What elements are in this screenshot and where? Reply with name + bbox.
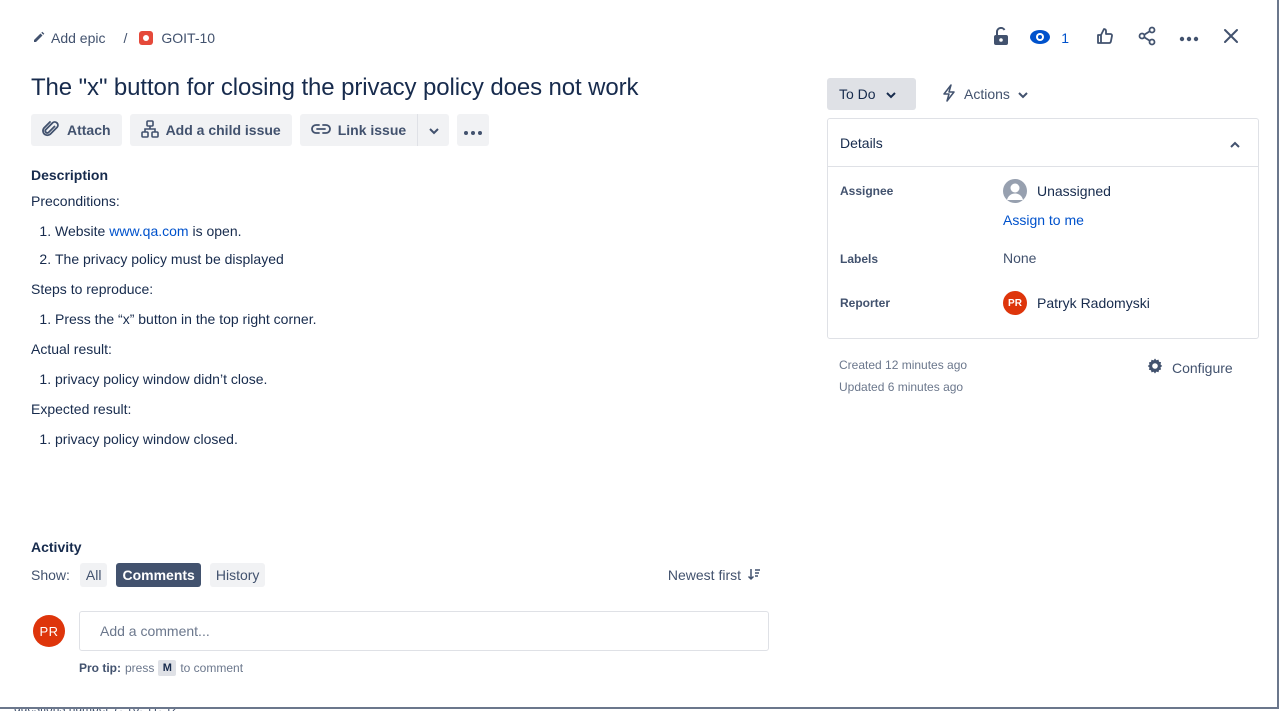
expected-result-list: privacy policy window closed. xyxy=(55,431,771,447)
steps-heading: Steps to reproduce: xyxy=(31,281,154,297)
preconditions-list: Website www.qa.com is open. The privacy … xyxy=(55,223,771,267)
sort-descending-icon xyxy=(747,567,761,584)
bug-icon xyxy=(139,31,154,45)
eye-icon xyxy=(1029,29,1051,48)
details-panel: Details Assignee Unassigned Assign to me… xyxy=(827,118,1259,339)
hierarchy-icon xyxy=(140,119,159,141)
issue-action-buttons: Attach Add a child issue Link issue xyxy=(31,114,497,146)
configure-button[interactable]: Configure xyxy=(1146,357,1233,378)
gear-icon xyxy=(1146,357,1164,378)
filter-all-button[interactable]: All xyxy=(79,563,108,587)
list-item: privacy policy window closed. xyxy=(55,431,771,447)
attach-label: Attach xyxy=(67,122,111,138)
paperclip-icon xyxy=(42,120,60,141)
show-label: Show: xyxy=(31,567,70,583)
configure-label: Configure xyxy=(1172,359,1233,376)
more-icon xyxy=(1179,29,1199,47)
breadcrumb: Add epic / GOIT-10 xyxy=(33,28,215,48)
link-issue-label: Link issue xyxy=(337,122,407,138)
pro-tip-label: Pro tip: xyxy=(79,661,121,675)
chevron-up-icon xyxy=(1230,135,1240,151)
issue-title[interactable]: The "x" button for closing the privacy p… xyxy=(31,74,639,102)
activity-heading: Activity xyxy=(31,539,82,555)
pro-tip: Pro tip: press M to comment xyxy=(79,660,243,676)
chevron-down-icon xyxy=(1018,86,1028,102)
reporter-label: Reporter xyxy=(840,296,891,310)
details-header[interactable]: Details xyxy=(828,119,1258,167)
watch-count: 1 xyxy=(1061,30,1069,46)
issue-toolbar: 1 xyxy=(975,26,1247,50)
labels-none: None xyxy=(1003,250,1037,266)
description-heading: Description xyxy=(31,167,109,183)
watch-button[interactable]: 1 xyxy=(1029,29,1069,48)
status-label: To Do xyxy=(839,86,876,102)
pencil-icon xyxy=(33,30,45,46)
steps-list: Press the “x” button in the top right co… xyxy=(55,311,771,327)
labels-label: Labels xyxy=(840,252,879,266)
link-issue-dropdown[interactable] xyxy=(417,114,450,146)
share-button[interactable] xyxy=(1131,26,1163,50)
list-item: Press the “x” button in the top right co… xyxy=(55,311,771,327)
issue-key-link[interactable]: GOIT-10 xyxy=(139,30,215,46)
link-icon xyxy=(310,122,331,139)
assignee-value[interactable]: Unassigned xyxy=(1003,179,1111,203)
reporter-name: Patryk Radomyski xyxy=(1037,295,1150,311)
close-button[interactable] xyxy=(1215,26,1247,50)
breadcrumb-separator: / xyxy=(123,30,128,46)
list-item: privacy policy window didn’t close. xyxy=(55,371,771,387)
sort-order-button[interactable]: Newest first xyxy=(668,567,761,584)
assignee-name: Unassigned xyxy=(1037,183,1111,199)
issue-modal: Add epic / GOIT-10 1 The "x" button for … xyxy=(0,0,1279,709)
details-heading: Details xyxy=(840,134,883,151)
description-section[interactable]: Description Preconditions: Website www.q… xyxy=(31,167,771,461)
activity-filter-row: Show: All Comments History Newest first xyxy=(31,563,761,587)
filter-comments-button[interactable]: Comments xyxy=(116,563,201,587)
assign-to-me-link[interactable]: Assign to me xyxy=(1003,212,1084,228)
avatar: PR xyxy=(33,615,65,647)
sort-label: Newest first xyxy=(667,567,741,583)
actions-label: Actions xyxy=(964,86,1010,102)
lock-icon xyxy=(993,26,1009,50)
add-epic-link[interactable]: Add epic xyxy=(33,30,105,46)
thumbs-up-icon xyxy=(1096,27,1114,50)
add-child-label: Add a child issue xyxy=(165,122,281,138)
add-epic-label: Add epic xyxy=(51,30,106,46)
reporter-value[interactable]: PR Patryk Radomyski xyxy=(1003,291,1150,315)
updated-timestamp: Updated 6 minutes ago xyxy=(839,380,964,394)
keyboard-shortcut-key: M xyxy=(158,660,177,676)
assignee-label: Assignee xyxy=(840,184,894,198)
issue-key-label: GOIT-10 xyxy=(161,30,216,46)
more-icon xyxy=(464,122,483,138)
comment-input[interactable] xyxy=(79,611,769,651)
more-actions-button[interactable] xyxy=(457,114,490,146)
more-options-button[interactable] xyxy=(1173,26,1205,50)
list-item: The privacy policy must be displayed xyxy=(55,251,771,267)
attach-button[interactable]: Attach xyxy=(31,114,122,146)
created-timestamp: Created 12 minutes ago xyxy=(839,358,968,372)
close-icon xyxy=(1223,28,1239,49)
website-link[interactable]: www.qa.com xyxy=(109,223,188,239)
link-issue-split: Link issue xyxy=(299,114,450,146)
pro-tip-press: press xyxy=(125,661,155,675)
actions-dropdown[interactable]: Actions xyxy=(934,78,1036,110)
pro-tip-rest: to comment xyxy=(180,661,244,675)
chevron-down-icon xyxy=(885,86,896,102)
status-dropdown[interactable]: To Do xyxy=(827,78,916,110)
filter-history-button[interactable]: History xyxy=(209,563,266,587)
preconditions-heading: Preconditions: xyxy=(31,193,120,209)
expected-result-heading: Expected result: xyxy=(31,401,132,417)
lightning-icon xyxy=(942,83,956,105)
add-child-issue-button[interactable]: Add a child issue xyxy=(129,114,292,146)
vote-button[interactable] xyxy=(1089,26,1121,50)
labels-value[interactable]: None xyxy=(1003,250,1036,266)
list-item: Website www.qa.com is open. xyxy=(55,223,771,239)
lock-button[interactable] xyxy=(985,26,1017,50)
actual-result-heading: Actual result: xyxy=(31,341,112,357)
avatar: PR xyxy=(1003,291,1027,315)
link-issue-button[interactable]: Link issue xyxy=(299,114,418,146)
share-icon xyxy=(1137,26,1157,51)
unassigned-avatar-icon xyxy=(1003,179,1027,203)
chevron-down-icon xyxy=(428,122,439,138)
actual-result-list: privacy policy window didn’t close. xyxy=(55,371,771,387)
